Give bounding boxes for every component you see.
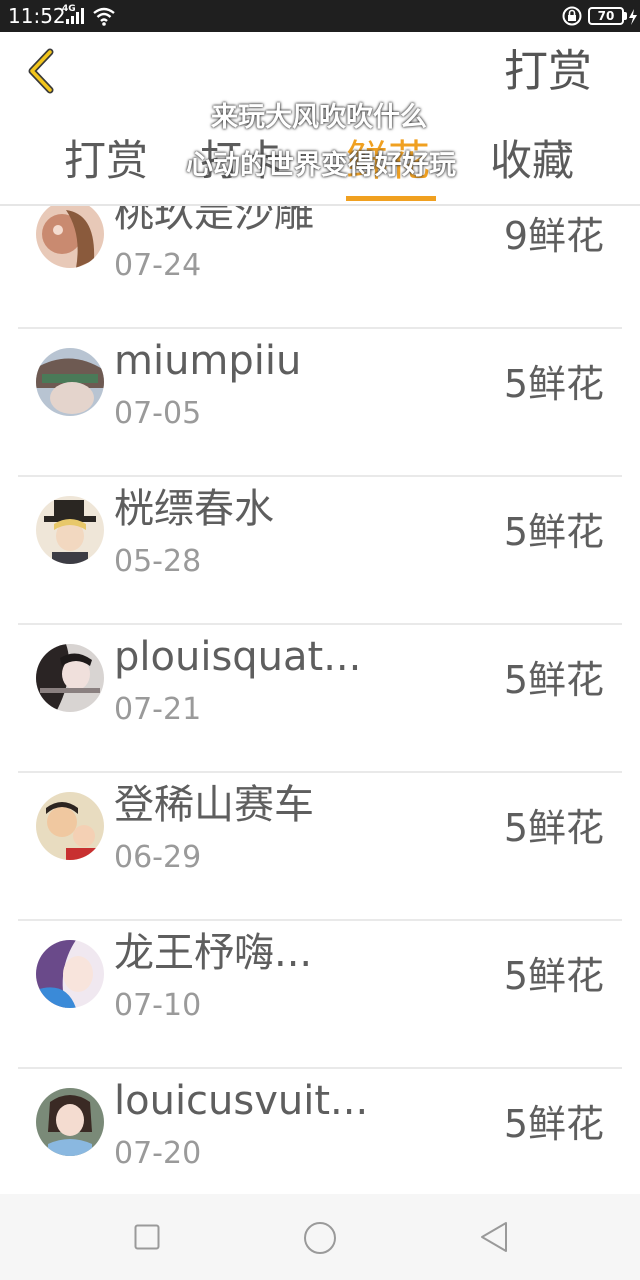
list-item[interactable]: louicusvuit... 07-20 5鲜花 (18, 1070, 622, 1183)
user-date: 07-05 (114, 396, 202, 431)
reward-action[interactable]: 打赏 (504, 46, 592, 98)
user-name: 登稀山赛车 (114, 782, 314, 828)
active-tab-indicator (346, 196, 436, 201)
user-name: plouisquat... (114, 634, 362, 680)
avatar (36, 644, 104, 712)
flower-count: 5鲜花 (503, 954, 604, 998)
battery-level: 70 (597, 9, 615, 23)
avatar (36, 206, 104, 268)
flower-count: 5鲜花 (503, 362, 604, 406)
avatar (36, 1088, 104, 1156)
list-item[interactable]: plouisquat... 07-21 5鲜花 (18, 626, 622, 773)
wifi-icon (93, 7, 115, 26)
list-item[interactable]: 登稀山赛车 06-29 5鲜花 (18, 774, 622, 921)
flower-count: 5鲜花 (503, 510, 604, 554)
user-date: 06-29 (114, 840, 202, 875)
flower-count: 5鲜花 (503, 1102, 604, 1146)
user-name: 桃玖是沙雕 (114, 206, 314, 236)
user-date: 05-28 (114, 544, 202, 579)
system-nav-bar (0, 1194, 640, 1280)
chevron-left-icon (28, 48, 54, 94)
signal-icon (66, 8, 84, 24)
battery-icon: 70 (588, 7, 624, 25)
home-icon[interactable] (303, 1221, 337, 1255)
list-item[interactable]: 桄缥春水 05-28 5鲜花 (18, 478, 622, 625)
avatar (36, 792, 104, 860)
user-name: louicusvuit... (114, 1078, 369, 1124)
list-item[interactable]: 桃玖是沙雕 07-24 9鲜花 (18, 206, 622, 329)
user-name: miumpiiu (114, 338, 302, 384)
user-date: 07-20 (114, 1136, 202, 1171)
lock-icon (562, 6, 582, 26)
flower-count: 9鲜花 (503, 214, 604, 258)
recent-apps-icon[interactable] (134, 1224, 160, 1250)
overlay-text-line-2: 心动的世界变得好好玩 (186, 150, 456, 181)
list-item[interactable]: 龙王杼嗨... 07-10 5鲜花 (18, 922, 622, 1069)
flower-list[interactable]: 桃玖是沙雕 07-24 9鲜花 miumpiiu 07-05 5鲜花 桄缥春水 … (0, 206, 640, 1183)
back-button[interactable] (20, 46, 70, 96)
status-time: 11:52 (8, 4, 66, 28)
user-date: 07-21 (114, 692, 202, 727)
flower-count: 5鲜花 (503, 658, 604, 702)
avatar (36, 940, 104, 1008)
charging-icon (629, 9, 637, 25)
user-date: 07-24 (114, 248, 202, 283)
status-bar: 11:52 4G 70 (0, 0, 640, 32)
avatar (36, 496, 104, 564)
overlay-text-line-1: 来玩大风吹吹什么 (211, 102, 427, 133)
user-name: 桄缥春水 (114, 486, 274, 532)
avatar (36, 348, 104, 416)
battery-tip (624, 12, 627, 20)
list-item[interactable]: miumpiiu 07-05 5鲜花 (18, 330, 622, 477)
back-icon[interactable] (478, 1221, 510, 1253)
user-date: 07-10 (114, 988, 202, 1023)
flower-count: 5鲜花 (503, 806, 604, 850)
user-name: 龙王杼嗨... (114, 930, 313, 976)
